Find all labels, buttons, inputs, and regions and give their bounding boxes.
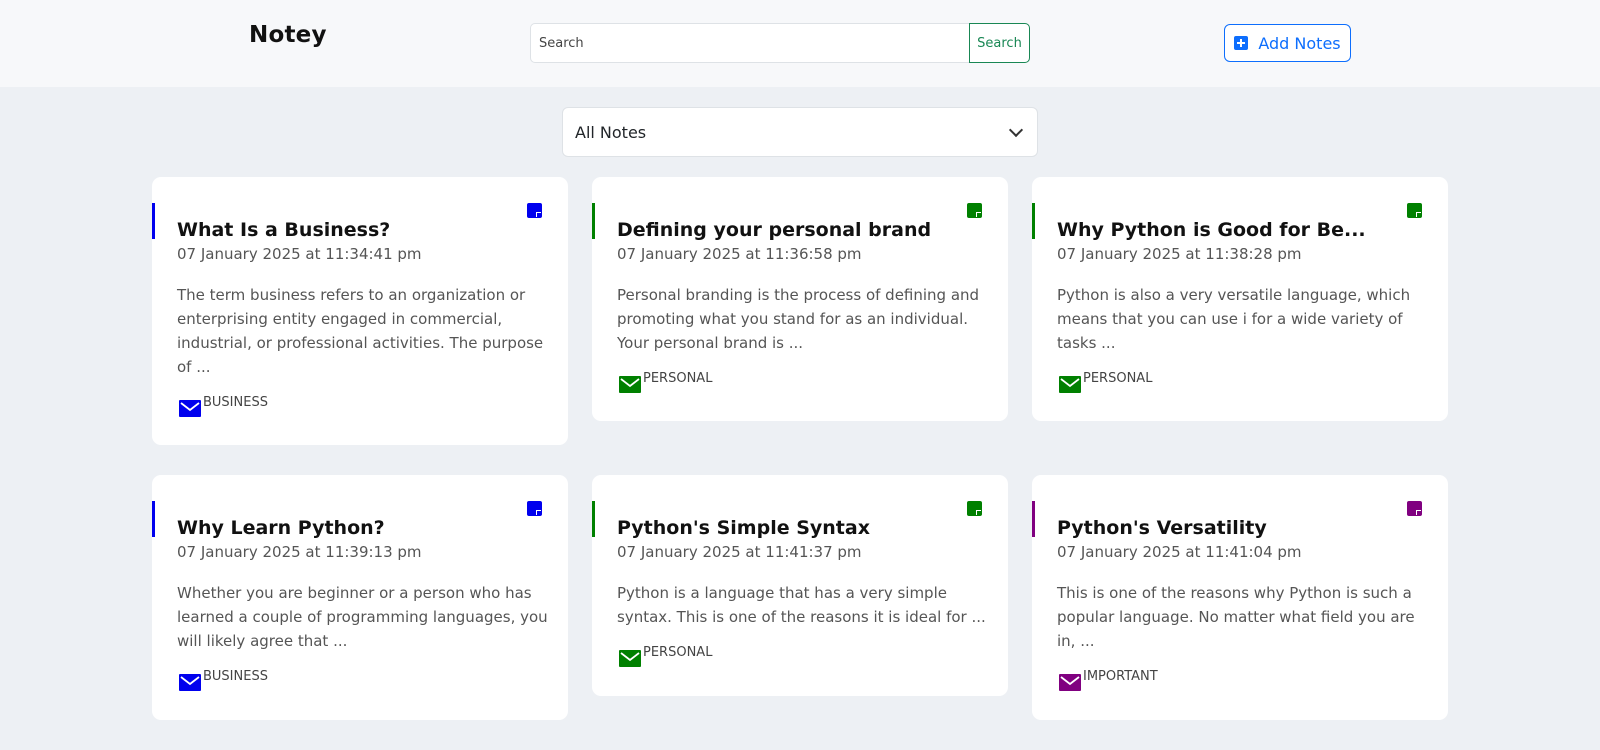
note-body: Python is also a very versatile language…: [1057, 286, 1411, 352]
note-tag-label: PERSONAL: [1083, 371, 1153, 386]
plus-square-icon: [1234, 36, 1249, 50]
note-tag: BUSINESS: [179, 669, 268, 691]
note-date: 07 January 2025 at 11:36:58 pm: [617, 245, 862, 263]
note-tag-label: PERSONAL: [643, 645, 713, 660]
note-title: Python's Versatility: [1057, 517, 1267, 539]
add-notes-label: Add Notes: [1258, 33, 1341, 53]
note-date: 07 January 2025 at 11:34:41 pm: [177, 245, 422, 263]
note-body: Python is a language that has a very sim…: [617, 584, 986, 626]
note-icon[interactable]: [527, 203, 542, 218]
note-card[interactable]: Why Learn Python? 07 January 2025 at 11:…: [152, 475, 568, 720]
note-title: Defining your personal brand: [617, 219, 932, 241]
note-tag: IMPORTANT: [1059, 669, 1158, 691]
note-tag: PERSONAL: [619, 371, 712, 393]
note-tag: PERSONAL: [1059, 371, 1152, 393]
note-icon[interactable]: [967, 501, 982, 516]
note-title: Why Python is Good for Be...: [1057, 219, 1366, 241]
note-tag: PERSONAL: [619, 645, 712, 667]
note-icon[interactable]: [967, 203, 982, 218]
envelope-icon: [619, 650, 641, 667]
note-card[interactable]: Python's Versatility 07 January 2025 at …: [1032, 475, 1448, 720]
note-icon[interactable]: [527, 501, 542, 516]
note-icon[interactable]: [1407, 203, 1422, 218]
note-accent-bar: [152, 203, 155, 239]
note-accent-bar: [592, 501, 595, 537]
note-body: The term business refers to an organizat…: [177, 286, 544, 376]
note-tag-label: BUSINESS: [203, 669, 268, 684]
note-card[interactable]: Why Python is Good for Be... 07 January …: [1032, 177, 1448, 421]
note-accent-bar: [1032, 203, 1035, 239]
note-card[interactable]: What Is a Business? 07 January 2025 at 1…: [152, 177, 568, 445]
note-tag-label: PERSONAL: [643, 371, 713, 386]
note-accent-bar: [152, 501, 155, 537]
add-notes-button[interactable]: Add Notes: [1224, 24, 1351, 62]
note-tag: BUSINESS: [179, 395, 268, 417]
brand-logo[interactable]: Notey: [249, 22, 327, 48]
top-navbar: Notey Search Add Notes: [0, 0, 1600, 87]
envelope-icon: [1059, 674, 1081, 691]
note-title: Python's Simple Syntax: [617, 517, 870, 539]
note-title: What Is a Business?: [177, 219, 391, 241]
note-date: 07 January 2025 at 11:41:37 pm: [617, 543, 862, 561]
note-title: Why Learn Python?: [177, 517, 385, 539]
envelope-icon: [179, 674, 201, 691]
note-tag-label: IMPORTANT: [1083, 669, 1158, 684]
note-body: Whether you are beginner or a person who…: [177, 584, 548, 650]
note-card[interactable]: Defining your personal brand 07 January …: [592, 177, 1008, 421]
note-card[interactable]: Python's Simple Syntax 07 January 2025 a…: [592, 475, 1008, 696]
note-tag-label: BUSINESS: [203, 395, 268, 410]
note-date: 07 January 2025 at 11:41:04 pm: [1057, 543, 1302, 561]
filter-selected-value: All Notes: [575, 122, 647, 142]
envelope-icon: [1059, 376, 1081, 393]
note-icon[interactable]: [1407, 501, 1422, 516]
note-body: This is one of the reasons why Python is…: [1057, 584, 1415, 650]
note-date: 07 January 2025 at 11:39:13 pm: [177, 543, 422, 561]
note-date: 07 January 2025 at 11:38:28 pm: [1057, 245, 1302, 263]
envelope-icon: [619, 376, 641, 393]
search-input[interactable]: [530, 23, 970, 63]
note-accent-bar: [1032, 501, 1035, 537]
envelope-icon: [179, 400, 201, 417]
chevron-down-icon: [1008, 122, 1024, 138]
notes-filter-select[interactable]: All Notes: [562, 107, 1038, 157]
search-button[interactable]: Search: [969, 23, 1030, 63]
note-body: Personal branding is the process of defi…: [617, 286, 980, 352]
note-accent-bar: [592, 203, 595, 239]
